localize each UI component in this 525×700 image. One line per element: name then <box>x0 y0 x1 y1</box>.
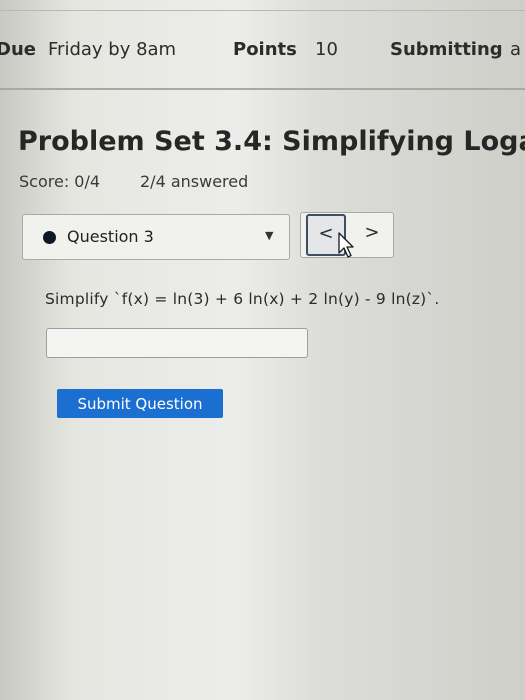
question-select-label: Question 3 <box>67 227 154 246</box>
score-text: Score: 0/4 <box>19 172 101 191</box>
submit-question-button[interactable]: Submit Question <box>57 389 223 418</box>
chevron-left-icon: < <box>318 223 334 244</box>
chevron-right-icon: > <box>364 222 380 243</box>
answer-input[interactable] <box>46 328 308 358</box>
page-title: Problem Set 3.4: Simplifying Logarit <box>18 126 525 157</box>
mouse-cursor-icon <box>338 232 354 258</box>
submitting-value: a <box>510 39 522 60</box>
points-label: Points <box>233 39 297 60</box>
due-label: Due <box>0 39 36 60</box>
caret-down-icon: ▼ <box>265 229 274 242</box>
status-dot-icon <box>43 231 56 244</box>
due-value: Friday by 8am <box>48 39 177 60</box>
question-select[interactable]: Question 3 ▼ <box>22 214 290 260</box>
header-divider <box>0 88 525 90</box>
points-value: 10 <box>315 39 338 60</box>
top-border <box>0 10 525 11</box>
next-question-button[interactable]: > <box>360 222 384 248</box>
submitting-label: Submitting <box>390 39 503 60</box>
answered-count: 2/4 answered <box>140 172 249 191</box>
question-prompt: Simplify `f(x) = ln(3) + 6 ln(x) + 2 ln(… <box>45 290 440 308</box>
assignment-meta: Due Friday by 8am Points 10 Submitting a <box>0 38 525 66</box>
